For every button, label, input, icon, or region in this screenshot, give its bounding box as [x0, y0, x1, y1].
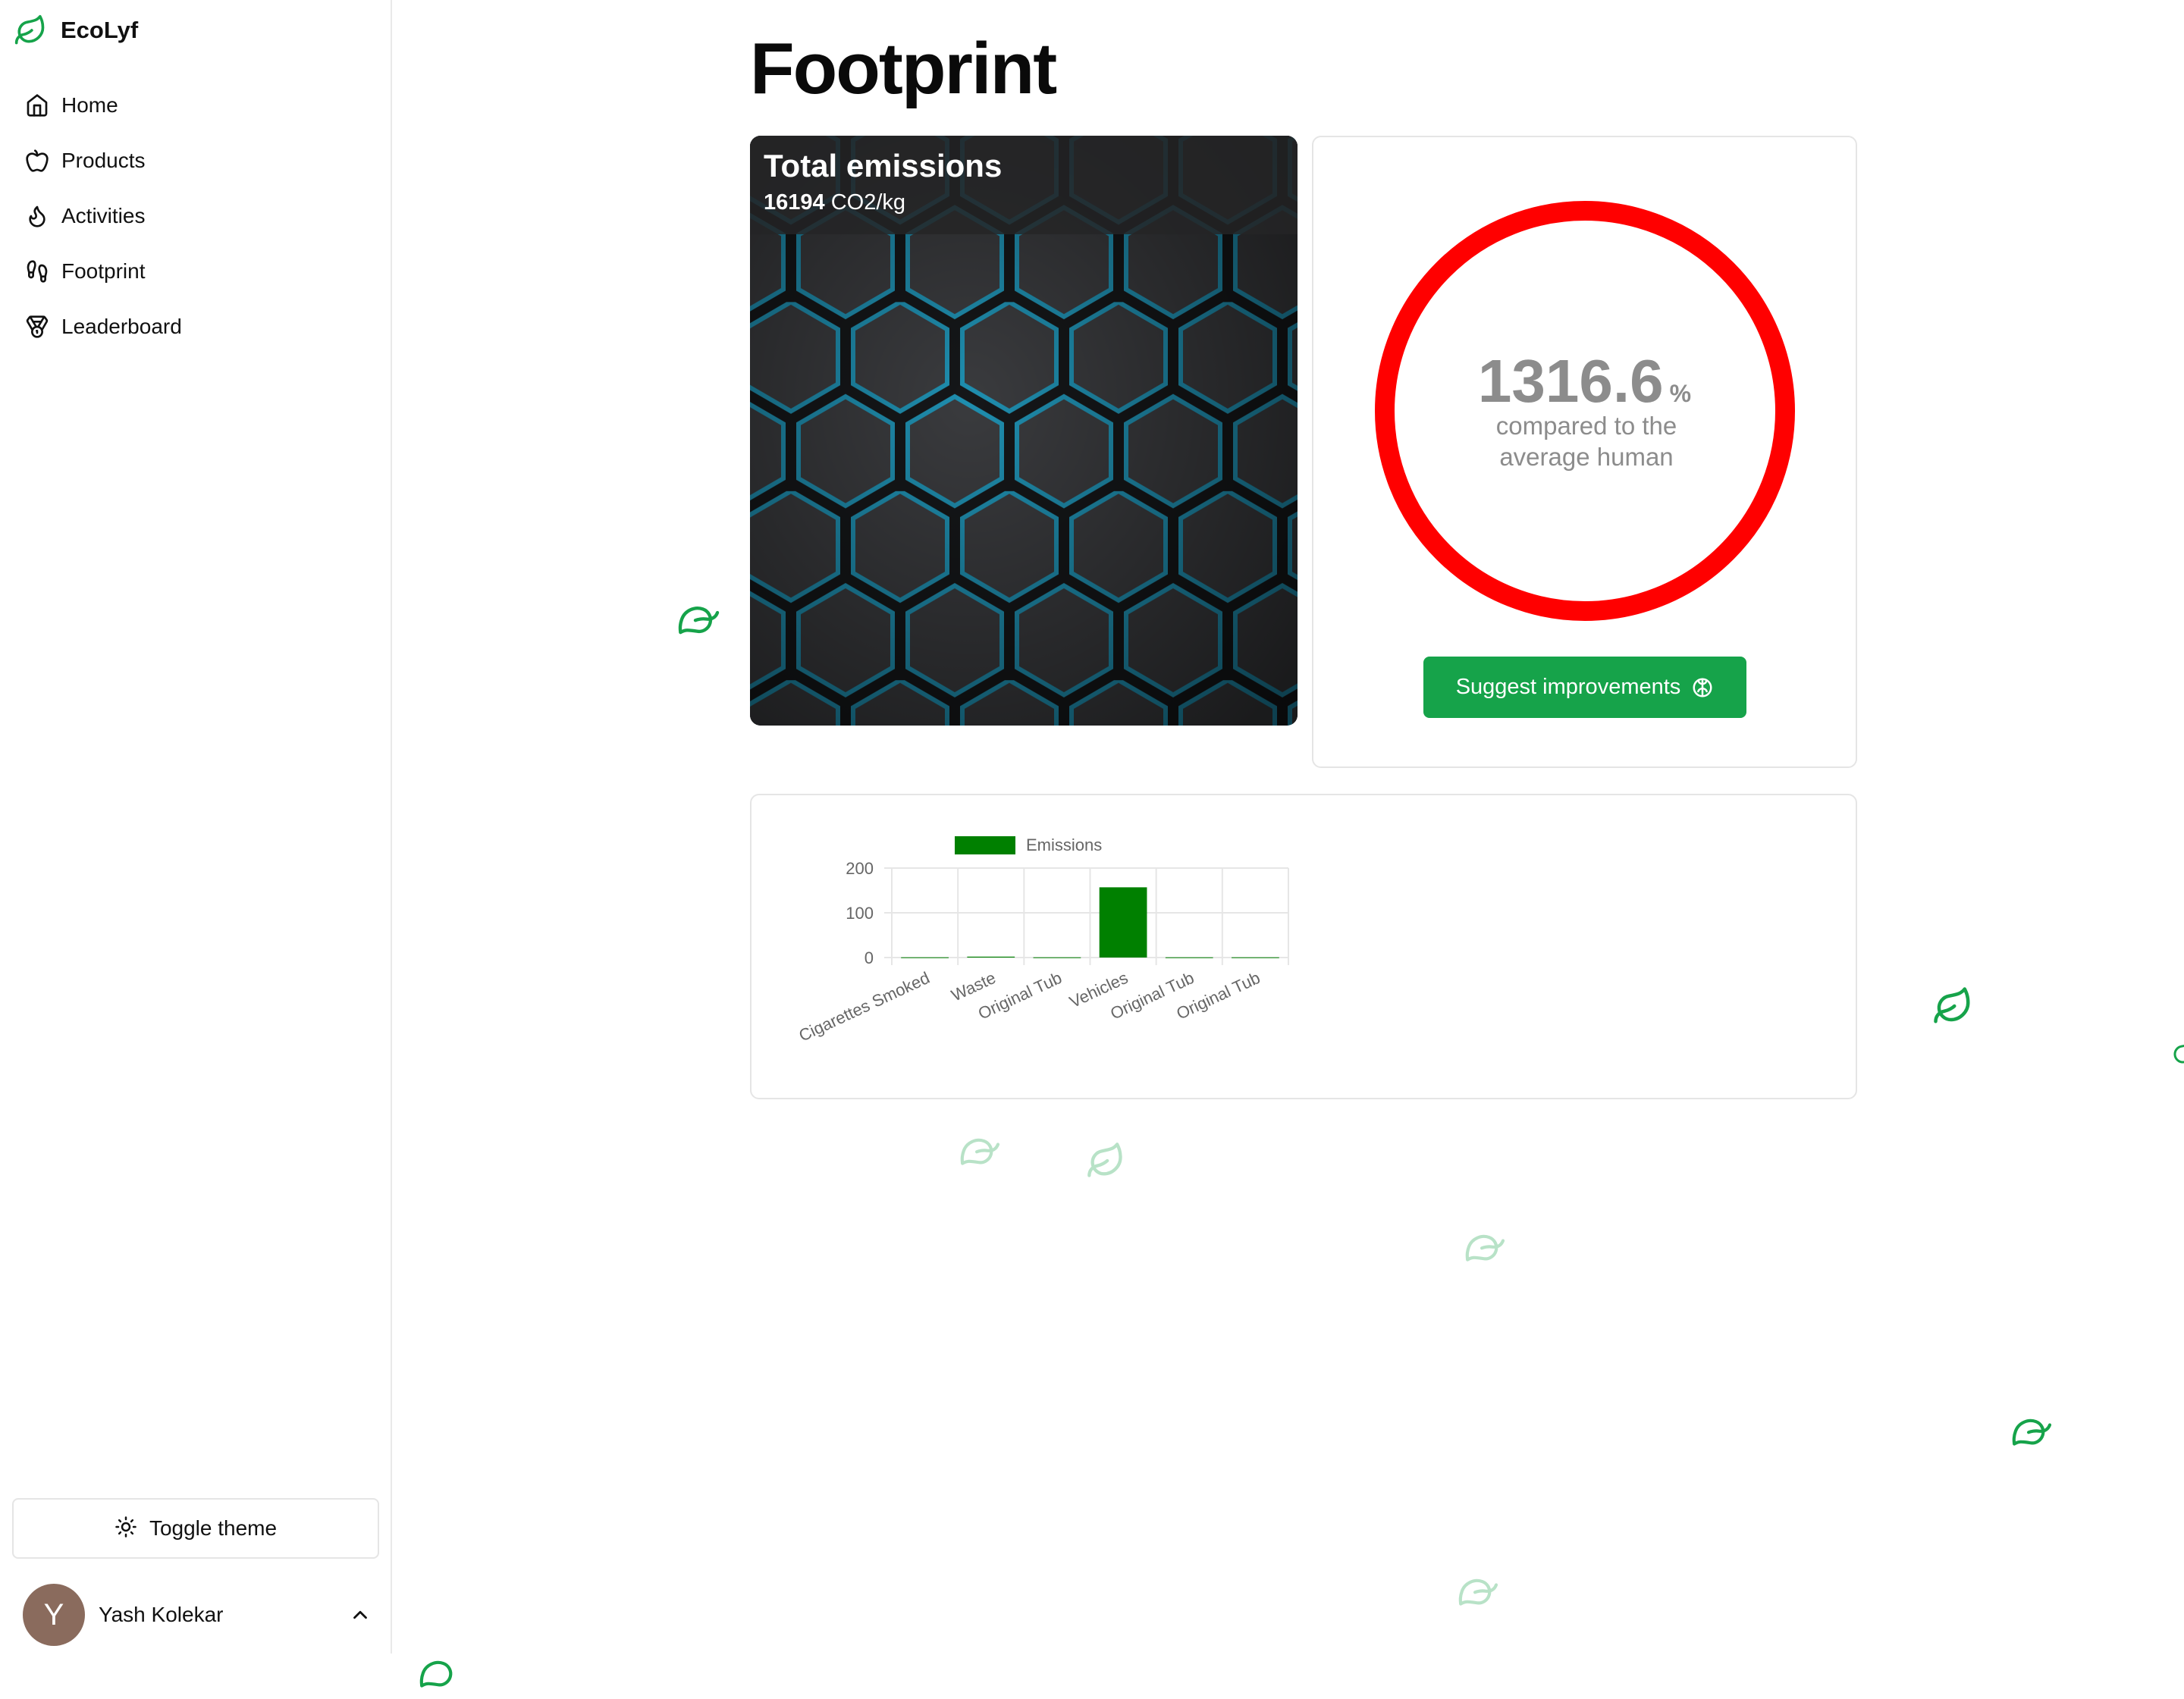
suggest-improvements-button[interactable]: Suggest improvements	[1423, 657, 1746, 718]
leaf-icon	[1458, 1574, 1498, 1616]
brand[interactable]: EcoLyf	[14, 14, 138, 47]
sidebar-item-label: Home	[61, 92, 118, 117]
sidebar-item-label: Footprint	[61, 259, 146, 283]
leaf-icon	[677, 601, 720, 644]
user-name: Yash Kolekar	[99, 1603, 224, 1626]
page-title: Footprint	[750, 28, 1057, 109]
avatar: Y	[23, 1584, 85, 1646]
emissions-value: 16194 CO2/kg	[764, 190, 905, 215]
sidebar-item-label: Leaderboard	[61, 314, 182, 338]
leaf-icon	[1464, 1230, 1505, 1271]
emissions-title: Total emissions	[764, 148, 1003, 183]
sun-icon	[115, 1516, 137, 1542]
leaf-icon	[2011, 1414, 2052, 1456]
leaf-icon	[2170, 1033, 2184, 1077]
comparison-unit: %	[1669, 380, 1692, 407]
sidebar-item-home[interactable]: Home	[0, 77, 392, 133]
y-tick-label: 0	[864, 948, 874, 967]
sidebar-item-leaderboard[interactable]: Leaderboard	[0, 299, 392, 354]
total-emissions-card: Total emissions 16194 CO2/kg	[750, 136, 1298, 726]
comparison-number: 1316.6	[1477, 347, 1664, 415]
app-name: EcoLyf	[61, 17, 139, 43]
sidebar-nav: Home Products Activities Footprint Leade…	[0, 77, 392, 354]
sidebar-item-label: Activities	[61, 203, 146, 227]
chart-bar	[967, 956, 1015, 958]
comparison-value: 1316.6%	[1313, 346, 1856, 416]
comparison-card: 1316.6% compared to the average human Su…	[1312, 136, 1857, 768]
user-menu[interactable]: Y Yash Kolekar	[23, 1584, 372, 1646]
sidebar-item-products[interactable]: Products	[0, 133, 392, 188]
flame-icon	[25, 204, 49, 228]
chevron-up-icon	[349, 1603, 372, 1626]
toggle-theme-label: Toggle theme	[149, 1516, 278, 1540]
emissions-chart-card: 0 100 200 Cigarettes Smoked Waste Original Tu…	[750, 794, 1857, 1099]
sidebar: EcoLyf Home Products Activities Footprin…	[0, 0, 392, 1654]
home-icon	[25, 93, 49, 118]
emissions-unit: CO2/kg	[830, 190, 906, 215]
legend-swatch	[955, 836, 1015, 854]
brain-icon	[1693, 678, 1712, 697]
emissions-bar-chart: 0100200Cigarettes Smoked WasteOriginal Tu…	[796, 835, 1289, 1045]
leaf-icon	[1932, 986, 1973, 1030]
x-tick-label: Cigarettes Smoked	[796, 968, 933, 1045]
sidebar-item-footprint[interactable]: Footprint	[0, 243, 392, 299]
comparison-caption: compared to the average human	[1495, 412, 1677, 471]
medal-icon	[25, 315, 49, 339]
footprints-icon	[25, 259, 49, 284]
leaf-icon	[419, 1656, 457, 1697]
suggest-button-label: Suggest improvements	[1455, 675, 1681, 699]
sidebar-item-activities[interactable]: Activities	[0, 188, 392, 243]
toggle-theme-button[interactable]: Toggle theme	[12, 1498, 379, 1559]
y-tick-label: 200	[846, 859, 874, 878]
leaf-icon	[1086, 1141, 1125, 1184]
legend-label: Emissions	[1026, 835, 1102, 854]
emissions-number: 16194	[764, 190, 825, 215]
emissions-header: Total emissions 16194 CO2/kg	[750, 136, 1298, 234]
apple-icon	[25, 149, 49, 173]
leaf-logo-icon	[14, 14, 47, 47]
leaf-icon	[959, 1133, 1000, 1175]
y-tick-label: 100	[846, 904, 874, 923]
sidebar-item-label: Products	[61, 148, 146, 172]
chart-bar	[1099, 887, 1147, 958]
